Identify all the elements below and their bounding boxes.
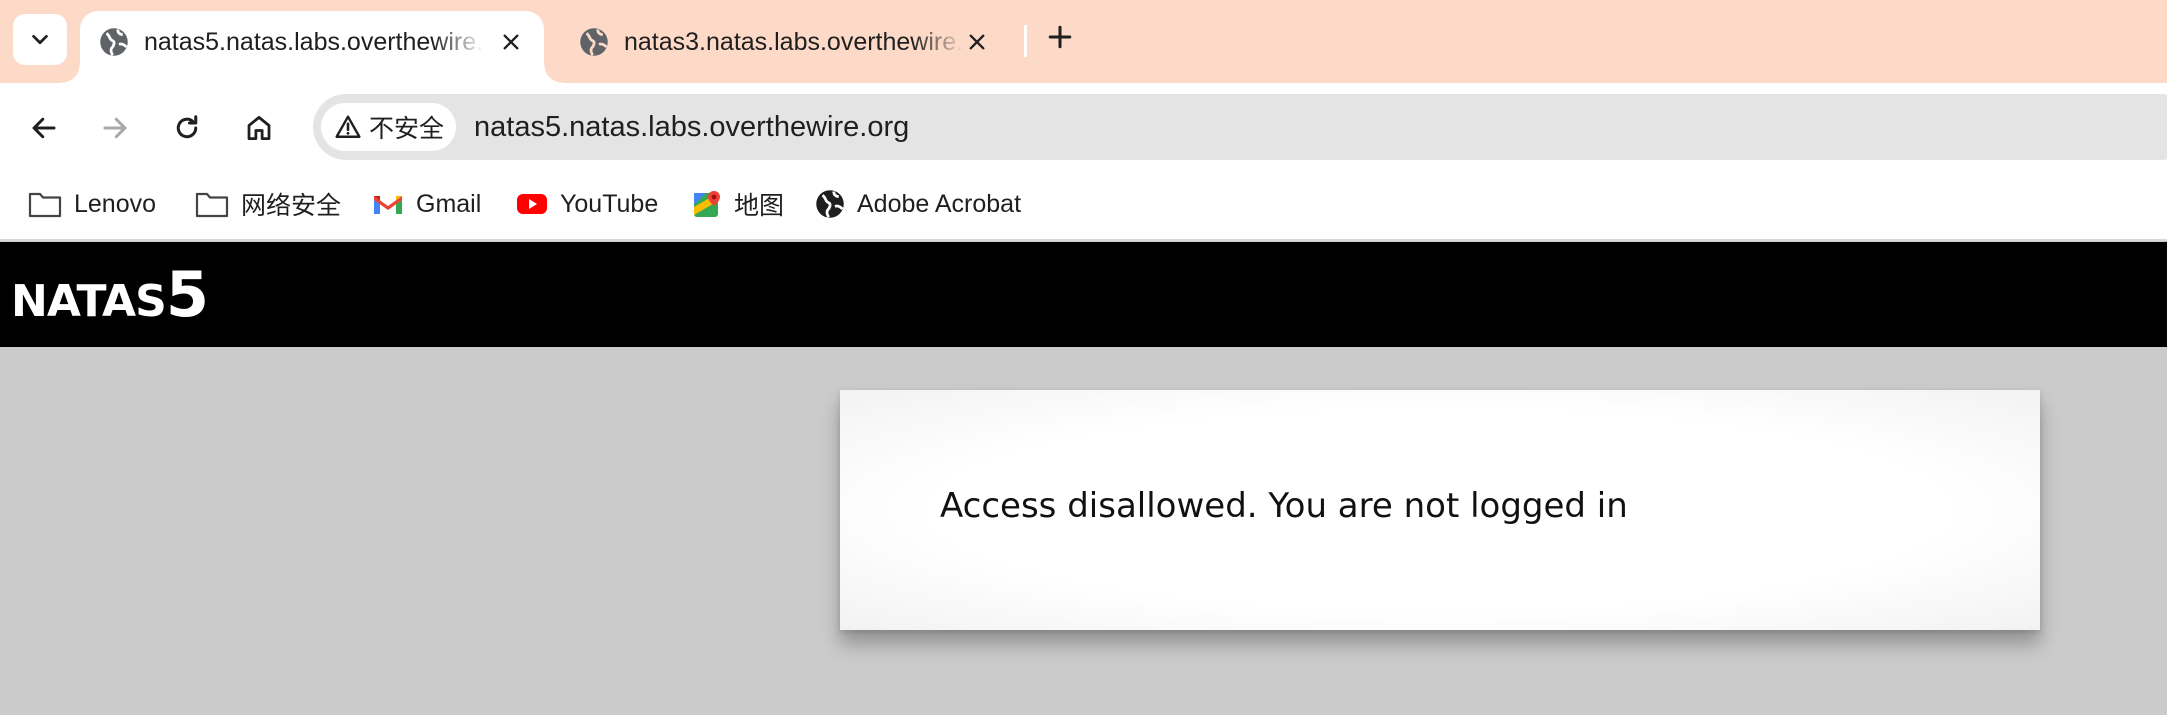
- tab-title: natas5.natas.labs.overthewire.org: [144, 28, 484, 56]
- tab-title: natas3.natas.labs.overthewire.org: [624, 28, 964, 56]
- bookmarks-bar: Lenovo 网络安全 Gmail YouTube 地图 Adobe Acrob…: [0, 173, 2167, 241]
- gmail-icon: [374, 196, 402, 214]
- close-icon: [503, 34, 519, 50]
- url-text[interactable]: natas5.natas.labs.overthewire.org: [474, 108, 909, 146]
- globe-icon: [100, 28, 128, 56]
- arrow-left-icon: [32, 117, 56, 139]
- new-tab-button[interactable]: [1040, 17, 1080, 57]
- bookmark-gmail[interactable]: Gmail: [372, 183, 481, 225]
- tab-strip: natas5.natas.labs.overthewire.org natas3…: [0, 0, 2167, 83]
- browser-toolbar: 不安全 natas5.natas.labs.overthewire.org: [0, 83, 2167, 173]
- tab-separator: [1024, 25, 1027, 57]
- chevron-down-icon: [32, 34, 48, 44]
- tab-natas5[interactable]: natas5.natas.labs.overthewire.org: [62, 11, 562, 83]
- plus-icon: [1048, 25, 1072, 49]
- bookmark-adobe-acrobat[interactable]: Adobe Acrobat: [815, 183, 1021, 225]
- folder-icon: [28, 192, 62, 218]
- security-label: 不安全: [369, 115, 445, 143]
- tab-close-button[interactable]: [496, 27, 526, 57]
- warning-icon: [335, 115, 361, 138]
- address-bar[interactable]: 不安全 natas5.natas.labs.overthewire.org: [313, 94, 2167, 160]
- site-title-word: NATAS: [11, 276, 167, 327]
- bookmark-label: Adobe Acrobat: [857, 189, 1022, 218]
- bookmark-maps[interactable]: 地图: [692, 183, 784, 225]
- forward-button[interactable]: [93, 106, 137, 150]
- site-header: NATAS5: [0, 242, 2167, 347]
- maps-icon: [694, 191, 720, 217]
- bookmark-label: 网络安全: [241, 192, 342, 220]
- site-title: NATAS5: [11, 258, 209, 331]
- tab-close-button[interactable]: [962, 27, 992, 57]
- tab-search-button[interactable]: [13, 14, 67, 65]
- bookmark-lenovo[interactable]: Lenovo: [28, 183, 156, 225]
- page-body: Access disallowed. You are not logged in: [0, 347, 2167, 715]
- home-icon: [247, 116, 271, 140]
- bookmark-youtube[interactable]: YouTube: [516, 183, 658, 225]
- globe-icon: [580, 28, 608, 56]
- bookmark-label: Lenovo: [74, 189, 157, 218]
- youtube-icon: [517, 194, 547, 214]
- reload-icon: [176, 115, 198, 139]
- bookmark-label: YouTube: [560, 189, 659, 218]
- reload-button[interactable]: [165, 106, 209, 150]
- access-message: Access disallowed. You are not logged in: [940, 486, 1628, 526]
- bookmark-label: 地图: [734, 192, 785, 220]
- bookmark-label: Gmail: [416, 189, 482, 218]
- back-button[interactable]: [22, 106, 66, 150]
- tab-natas3[interactable]: natas3.natas.labs.overthewire.org: [560, 11, 1010, 83]
- bookmark-network-security[interactable]: 网络安全: [195, 183, 341, 225]
- arrow-right-icon: [103, 117, 127, 139]
- close-icon: [969, 34, 985, 50]
- folder-icon: [195, 192, 229, 218]
- globe-icon: [816, 190, 844, 218]
- site-security-chip[interactable]: 不安全: [321, 103, 456, 151]
- content-card: Access disallowed. You are not logged in: [840, 390, 2040, 630]
- site-title-number: 5: [165, 258, 209, 331]
- home-button[interactable]: [237, 106, 281, 150]
